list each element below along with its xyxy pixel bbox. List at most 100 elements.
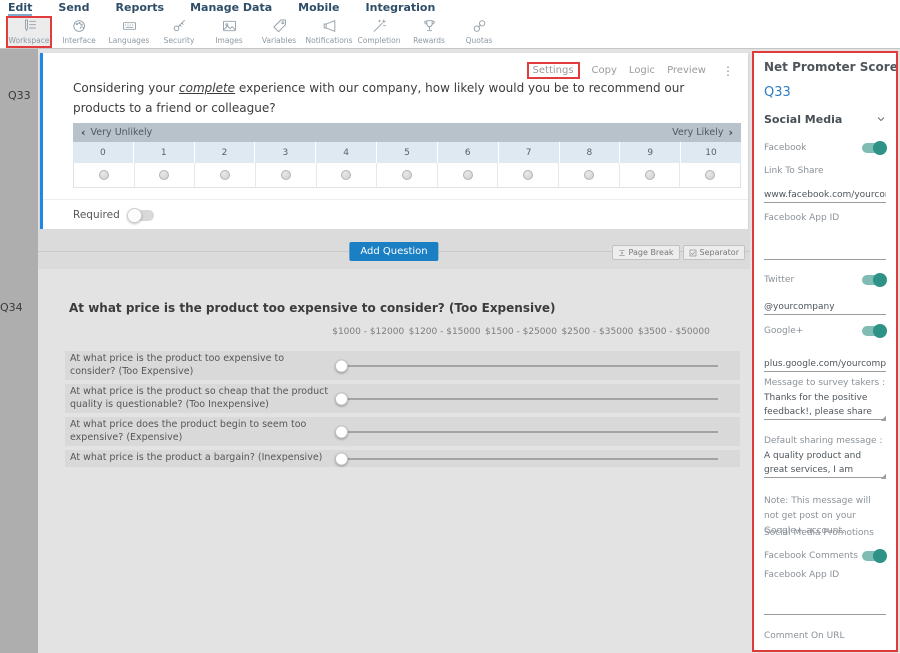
scale-right-label: Very Likely <box>672 127 723 138</box>
tag-icon <box>270 18 289 34</box>
slider-row: At what price is the product so cheap th… <box>65 384 740 413</box>
more-options-icon[interactable]: ⋮ <box>722 64 734 78</box>
palette-icon <box>70 18 89 34</box>
checkbox-icon <box>689 249 697 257</box>
q34-question-text: At what price is the product too expensi… <box>69 301 556 315</box>
google-plus-url-input[interactable] <box>764 358 886 372</box>
toolbar-item-images[interactable]: Images <box>206 16 252 48</box>
slider <box>331 450 740 467</box>
google-plus-toggle[interactable] <box>862 326 886 336</box>
radio-button[interactable] <box>402 170 412 180</box>
radio-button[interactable] <box>159 170 169 180</box>
scale-value: 2 <box>195 142 256 163</box>
menu-item-mobile[interactable]: Mobile <box>298 2 339 16</box>
facebook-comments-app-id-input[interactable] <box>764 601 886 615</box>
slider-handle[interactable] <box>335 359 348 372</box>
google-plus-note: Note: This message will not get post on … <box>764 494 886 518</box>
settings-panel: Net Promoter Score × Q33 Social Media Fa… <box>752 51 898 652</box>
radio-button[interactable] <box>99 170 109 180</box>
panel-header: Net Promoter Score × <box>764 59 886 75</box>
facebook-comments-label: Facebook Comments <box>764 551 858 561</box>
section-label: Social Media <box>764 113 842 126</box>
toolbar-item-security[interactable]: Security <box>156 16 202 48</box>
slider-track <box>341 458 718 460</box>
toolbar-item-quotas[interactable]: Quotas <box>456 16 502 48</box>
menu-item-manage-data[interactable]: Manage Data <box>190 2 272 16</box>
slider <box>331 384 740 413</box>
toolbar-item-label: Images <box>215 36 242 45</box>
message-to-survey-takers-textarea[interactable]: Thanks for the positive feedback!, pleas… <box>764 392 886 420</box>
price-range-columns: $1000 - $12000 $1200 - $15000 $1500 - $2… <box>330 327 712 337</box>
trophy-icon <box>420 18 439 34</box>
slider-handle[interactable] <box>335 452 348 465</box>
panel-question-link[interactable]: Q33 <box>764 85 886 100</box>
link-to-share-input[interactable] <box>764 189 886 203</box>
default-sharing-message-label: Default sharing message : <box>764 436 886 446</box>
toolbar-item-label: Completion <box>358 36 401 45</box>
radio-button[interactable] <box>584 170 594 180</box>
menu-item-edit[interactable]: Edit <box>8 2 32 16</box>
default-sharing-message-textarea[interactable]: A quality product and great services, I … <box>764 450 886 478</box>
scale-value: 10 <box>681 142 741 163</box>
keyboard-icon <box>120 18 139 34</box>
facebook-toggle[interactable] <box>862 143 886 153</box>
main-area: Q33 Q34 Settings Copy Logic Preview ⋮ Co… <box>0 48 900 653</box>
toolbar-item-rewards[interactable]: Rewards <box>406 16 452 48</box>
page-break-button[interactable]: Page Break <box>612 245 680 260</box>
link-to-share-label: Link To Share <box>764 166 886 176</box>
twitter-toggle[interactable] <box>862 275 886 285</box>
google-toggle-row: Google+ <box>764 323 886 339</box>
radio-button[interactable] <box>463 170 473 180</box>
toolbar-item-completion[interactable]: Completion <box>356 16 402 48</box>
radio-button[interactable] <box>645 170 655 180</box>
chevron-down-icon <box>876 114 886 124</box>
menu-item-reports[interactable]: Reports <box>116 2 165 16</box>
slider-track <box>341 398 718 400</box>
slider-track <box>341 365 718 367</box>
section-social-media[interactable]: Social Media <box>764 112 886 126</box>
radio-button[interactable] <box>281 170 291 180</box>
toolbar-item-notifications[interactable]: Notifications <box>306 16 352 48</box>
toolbar-item-variables[interactable]: Variables <box>256 16 302 48</box>
slider-handle[interactable] <box>335 392 348 405</box>
facebook-label: Facebook <box>764 143 806 153</box>
separator-button[interactable]: Separator <box>683 245 746 260</box>
facebook-app-id-input[interactable] <box>764 246 886 260</box>
google-plus-label: Google+ <box>764 326 803 336</box>
key-icon <box>170 18 189 34</box>
radio-button[interactable] <box>341 170 351 180</box>
preview-button[interactable]: Preview <box>667 65 706 76</box>
copy-button[interactable]: Copy <box>592 65 617 76</box>
workspace-icon <box>20 18 39 34</box>
price-range-header: $2500 - $35000 <box>559 327 635 337</box>
radio-button[interactable] <box>705 170 715 180</box>
scale-value: 4 <box>316 142 377 163</box>
logic-button[interactable]: Logic <box>629 65 655 76</box>
radio-button[interactable] <box>220 170 230 180</box>
toolbar-item-label: Workspace <box>9 36 50 45</box>
toolbar-item-languages[interactable]: Languages <box>106 16 152 48</box>
required-toggle[interactable] <box>128 210 154 221</box>
magic-wand-icon <box>370 18 389 34</box>
menu-item-integration[interactable]: Integration <box>366 2 436 16</box>
add-question-button[interactable]: Add Question <box>349 242 438 261</box>
chevron-right-icon[interactable]: › <box>728 126 733 139</box>
toolbar-item-workspace[interactable]: Workspace <box>6 16 52 48</box>
settings-button[interactable]: Settings <box>527 62 580 79</box>
slider-handle[interactable] <box>335 425 348 438</box>
slider-row-label: At what price does the product begin to … <box>65 419 331 445</box>
nps-scale-header: ‹Very Unlikely Very Likely› <box>73 123 741 142</box>
nps-number-row: 0 1 2 3 4 5 6 7 8 9 10 <box>73 142 741 163</box>
radio-button[interactable] <box>523 170 533 180</box>
price-range-header: $1000 - $12000 <box>330 327 406 337</box>
facebook-comments-toggle[interactable] <box>862 551 886 561</box>
page-break-icon <box>618 249 626 257</box>
chevron-left-icon[interactable]: ‹ <box>81 126 86 139</box>
toolbar-item-interface[interactable]: Interface <box>56 16 102 48</box>
toolbar-item-label: Languages <box>109 36 150 45</box>
menu-item-send[interactable]: Send <box>58 2 89 16</box>
slider <box>331 417 740 446</box>
twitter-handle-input[interactable] <box>764 301 886 315</box>
twitter-label: Twitter <box>764 275 794 285</box>
scale-value: 1 <box>134 142 195 163</box>
